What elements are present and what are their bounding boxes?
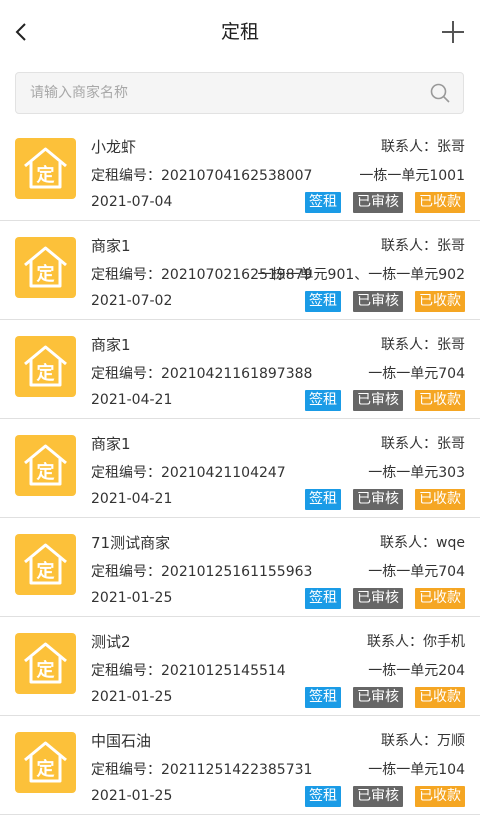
rental-date: 2021-01-25 [91,590,173,606]
rental-list: 定 小龙虾 联系人：张哥 定租编号：20210704162538007 一栋一单… [0,122,480,815]
list-item[interactable]: 定 商家1 联系人：张哥 定租编号：20210702162519879 一栋一单… [0,221,480,320]
sign-badge[interactable]: 签租 [305,786,341,807]
contact-person: 联系人：张哥 [381,139,465,155]
merchant-name: 中国石油 [91,732,152,750]
rental-house-icon: 定 [15,633,76,694]
contact-person: 联系人：你手机 [367,634,465,650]
rental-house-icon: 定 [15,732,76,793]
reviewed-badge: 已审核 [353,291,403,312]
reviewed-badge: 已审核 [353,390,403,411]
rental-house-icon: 定 [15,534,76,595]
paid-badge: 已收款 [415,687,465,708]
list-item[interactable]: 定 商家1 联系人：张哥 定租编号：20210421161897388 一栋一单… [0,320,480,419]
contact-person: 联系人：张哥 [381,436,465,452]
rental-code: 定租编号：20210125161155963 [91,564,313,580]
svg-text:定: 定 [37,461,55,483]
rental-date: 2021-01-25 [91,788,173,804]
status-tags: 签租 已审核 已收款 [305,489,465,510]
paid-badge: 已收款 [415,489,465,510]
svg-text:定: 定 [37,362,55,384]
rental-house-icon: 定 [15,336,76,397]
svg-text:定: 定 [37,758,55,780]
rental-code: 定租编号：20210421104247 [91,465,286,481]
rental-code: 定租编号：20210704162538007 [91,168,313,184]
rental-code: 定租编号：20211251422385731 [91,762,313,778]
merchant-name: 商家1 [91,237,131,255]
reviewed-badge: 已审核 [353,786,403,807]
search-bar [0,64,480,122]
unit-location: 一栋一单元204 [368,663,465,679]
sign-badge[interactable]: 签租 [305,390,341,411]
unit-location: 一栋一单元1001 [359,168,465,184]
app-header: 定租 [0,0,480,64]
list-item[interactable]: 定 商家1 联系人：张哥 定租编号：20210421104247 一栋一单元30… [0,419,480,518]
rental-code: 定租编号：20210421161897388 [91,366,313,382]
status-tags: 签租 已审核 已收款 [305,687,465,708]
rental-house-icon: 定 [15,435,76,496]
sign-badge[interactable]: 签租 [305,291,341,312]
unit-location: 一栋一单元704 [368,366,465,382]
sign-badge[interactable]: 签租 [305,588,341,609]
rental-code: 定租编号：20210125145514 [91,663,286,679]
rental-date: 2021-07-02 [91,293,173,309]
list-item[interactable]: 定 测试2 联系人：你手机 定租编号：20210125145514 一栋一单元2… [0,617,480,716]
paid-badge: 已收款 [415,588,465,609]
unit-location: 一栋一单元303 [368,465,465,481]
list-item[interactable]: 定 小龙虾 联系人：张哥 定租编号：20210704162538007 一栋一单… [0,122,480,221]
list-item[interactable]: 定 71测试商家 联系人：wqe 定租编号：20210125161155963 … [0,518,480,617]
reviewed-badge: 已审核 [353,687,403,708]
status-tags: 签租 已审核 已收款 [305,390,465,411]
plus-icon[interactable] [438,16,468,48]
search-box [15,72,464,114]
page-title: 定租 [220,21,259,43]
unit-location: 一栋一单元901、一栋一单元902 [257,267,465,283]
merchant-name: 商家1 [91,435,131,453]
paid-badge: 已收款 [415,192,465,213]
paid-badge: 已收款 [415,291,465,312]
contact-person: 联系人：万顺 [381,733,465,749]
contact-person: 联系人：wqe [380,535,465,551]
status-tags: 签租 已审核 已收款 [305,588,465,609]
status-tags: 签租 已审核 已收款 [305,291,465,312]
reviewed-badge: 已审核 [353,489,403,510]
rental-date: 2021-04-21 [91,392,173,408]
unit-location: 一栋一单元104 [368,762,465,778]
rental-house-icon: 定 [15,138,76,199]
contact-person: 联系人：张哥 [381,238,465,254]
search-icon[interactable] [429,82,451,104]
merchant-name: 小龙虾 [91,138,137,156]
rental-date: 2021-01-25 [91,689,173,705]
status-tags: 签租 已审核 已收款 [305,192,465,213]
list-item[interactable]: 定 中国石油 联系人：万顺 定租编号：20211251422385731 一栋一… [0,716,480,815]
svg-text:定: 定 [37,560,55,582]
svg-text:定: 定 [37,659,55,681]
reviewed-badge: 已审核 [353,192,403,213]
rental-date: 2021-04-21 [91,491,173,507]
reviewed-badge: 已审核 [353,588,403,609]
merchant-name: 71测试商家 [91,534,171,552]
merchant-name: 测试2 [91,633,131,651]
svg-text:定: 定 [37,164,55,186]
paid-badge: 已收款 [415,786,465,807]
paid-badge: 已收款 [415,390,465,411]
svg-text:定: 定 [37,263,55,285]
sign-badge[interactable]: 签租 [305,489,341,510]
rental-date: 2021-07-04 [91,194,173,210]
search-input[interactable] [30,73,410,113]
status-tags: 签租 已审核 已收款 [305,786,465,807]
contact-person: 联系人：张哥 [381,337,465,353]
sign-badge[interactable]: 签租 [305,687,341,708]
rental-house-icon: 定 [15,237,76,298]
sign-badge[interactable]: 签租 [305,192,341,213]
unit-location: 一栋一单元704 [368,564,465,580]
merchant-name: 商家1 [91,336,131,354]
